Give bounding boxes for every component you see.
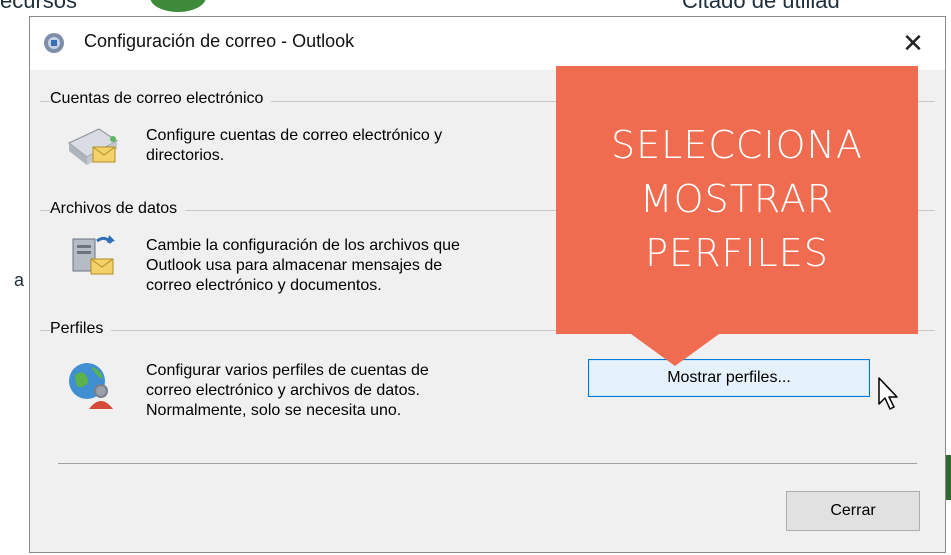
background-text-right: Citado de utiliad <box>682 0 840 13</box>
callout-line: MOSTRAR <box>639 177 835 221</box>
background-text-left: ecursos <box>0 0 78 13</box>
accounts-description: Configure cuentas de correo electrónico … <box>146 127 443 164</box>
callout-text: SELECCIONA MOSTRAR PERFILES <box>556 118 918 280</box>
section-label-profiles: Perfiles <box>50 320 112 338</box>
background-green-shape <box>150 0 206 12</box>
outlook-mail-icon <box>42 31 66 60</box>
callout-pointer <box>631 334 719 366</box>
window-title: Configuración de correo - Outlook <box>84 31 355 51</box>
mail-accounts-icon <box>63 123 121 176</box>
background-edge-char: a <box>14 270 25 290</box>
section-label-data-files: Archivos de datos <box>50 200 186 218</box>
mouse-pointer-icon <box>877 376 903 417</box>
callout-line: SELECCIONA <box>611 123 863 167</box>
instruction-callout: SELECCIONA MOSTRAR PERFILES <box>556 66 918 334</box>
callout-line: PERFILES <box>645 231 829 275</box>
profiles-globe-icon <box>65 357 121 418</box>
footer-separator <box>58 463 917 464</box>
title-bar: Configuración de correo - Outlook ✕ <box>30 17 945 70</box>
data-files-icon <box>65 229 121 290</box>
section-label-accounts: Cuentas de correo electrónico <box>50 90 272 108</box>
background-green-bar <box>946 455 951 500</box>
close-button[interactable]: Cerrar <box>786 491 920 531</box>
data-files-description: Cambie la configuración de los archivos … <box>146 237 460 294</box>
close-window-icon[interactable]: ✕ <box>893 23 933 63</box>
profiles-description: Configurar varios perfiles de cuentas de… <box>146 362 429 419</box>
